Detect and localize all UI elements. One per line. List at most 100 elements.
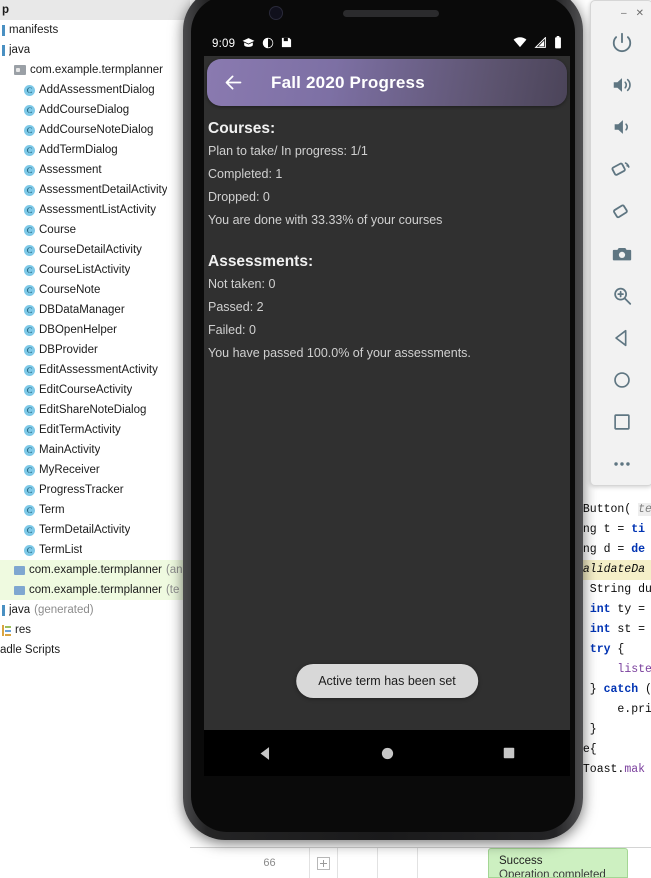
class-icon: C xyxy=(24,484,35,496)
page-title: Fall 2020 Progress xyxy=(271,72,425,92)
tree-row-label: AddCourseDialog xyxy=(39,104,130,116)
volume-down-icon[interactable] xyxy=(600,106,644,148)
back-icon[interactable] xyxy=(600,317,644,359)
nav-home-icon[interactable] xyxy=(370,736,404,770)
tree-row[interactable]: C AssessmentDetailActivity xyxy=(0,180,190,200)
tree-row-sublabel: (generated) xyxy=(34,604,94,616)
success-notification[interactable]: Success Operation completed xyxy=(488,848,628,878)
tree-row[interactable]: C EditTermActivity xyxy=(0,420,190,440)
tree-row[interactable]: com.example.termplanner xyxy=(0,60,190,80)
tree-row[interactable]: C EditAssessmentActivity xyxy=(0,360,190,380)
class-icon: C xyxy=(24,164,35,176)
courses-plan-line: Plan to take/ In progress: 1/1 xyxy=(208,144,368,158)
tree-row[interactable]: C DBProvider xyxy=(0,340,190,360)
tree-row[interactable]: C EditShareNoteDialog xyxy=(0,400,190,420)
tree-row-label: CourseDetailActivity xyxy=(39,244,142,256)
tree-row[interactable]: C Assessment xyxy=(0,160,190,180)
add-icon[interactable] xyxy=(310,848,338,878)
close-icon[interactable]: ✕ xyxy=(636,8,644,19)
module-icon xyxy=(2,44,5,56)
tree-row[interactable]: C AssessmentListActivity xyxy=(0,200,190,220)
phone-bezel: 9:09 Fall 2020 Progress Courses: Plan to… xyxy=(191,0,575,832)
tree-row[interactable]: C Term xyxy=(0,500,190,520)
tree-row[interactable]: adle Scripts xyxy=(0,640,190,660)
tree-row[interactable]: C TermDetailActivity xyxy=(0,520,190,540)
class-icon: C xyxy=(24,264,35,276)
tree-row[interactable]: res xyxy=(0,620,190,640)
status-bar-right-icons xyxy=(506,36,562,52)
tree-row[interactable]: C CourseListActivity xyxy=(0,260,190,280)
phone-device-frame: 9:09 Fall 2020 Progress Courses: Plan to… xyxy=(183,0,583,840)
camera-icon[interactable] xyxy=(600,233,644,275)
nav-back-icon[interactable] xyxy=(248,736,282,770)
zoom-icon[interactable] xyxy=(600,275,644,317)
power-icon[interactable] xyxy=(600,22,644,64)
tree-row[interactable]: C CourseDetailActivity xyxy=(0,240,190,260)
tree-row-label: com.example.termplanner xyxy=(29,584,162,596)
tree-row-label: AssessmentDetailActivity xyxy=(39,184,168,196)
tree-row-label: EditAssessmentActivity xyxy=(39,364,158,376)
save-icon xyxy=(281,37,292,51)
assessments-nottaken-line: Not taken: 0 xyxy=(208,277,276,291)
wifi-icon xyxy=(513,37,527,51)
class-icon: C xyxy=(24,464,35,476)
tree-row[interactable]: C DBOpenHelper xyxy=(0,320,190,340)
more-icon[interactable] xyxy=(600,443,644,485)
progress-content: Courses: Plan to take/ In progress: 1/1 … xyxy=(204,106,570,360)
tree-row[interactable]: com.example.termplanner (te xyxy=(0,580,190,600)
tree-row[interactable]: com.example.termplanner (an xyxy=(0,560,190,580)
assessments-percent-line: You have passed 100.0% of your assessmen… xyxy=(208,346,471,360)
tree-row[interactable]: C AddCourseNoteDialog xyxy=(0,120,190,140)
strip-spacer xyxy=(190,848,230,878)
signal-icon xyxy=(534,36,547,51)
class-icon: C xyxy=(24,284,35,296)
emulator-window-controls[interactable]: – ✕ xyxy=(591,5,651,22)
class-icon: C xyxy=(24,544,35,556)
tree-row-label: EditShareNoteDialog xyxy=(39,404,147,416)
class-icon: C xyxy=(24,364,35,376)
volume-up-icon[interactable] xyxy=(600,64,644,106)
overview-icon[interactable] xyxy=(600,401,644,443)
class-icon: C xyxy=(24,224,35,236)
tree-row-label: AddTermDialog xyxy=(39,144,118,156)
class-icon: C xyxy=(24,384,35,396)
caret-position[interactable]: 66 xyxy=(230,848,310,878)
rotate-left-icon[interactable] xyxy=(600,148,644,190)
tree-row[interactable]: C AddTermDialog xyxy=(0,140,190,160)
module-icon xyxy=(2,24,5,36)
android-navigation-bar[interactable] xyxy=(204,730,570,776)
emulator-screen[interactable]: 9:09 Fall 2020 Progress Courses: Plan to… xyxy=(204,32,570,776)
tree-row-label: com.example.termplanner xyxy=(30,64,163,76)
home-icon[interactable] xyxy=(600,359,644,401)
class-icon: C xyxy=(24,104,35,116)
tree-row[interactable]: java (generated) xyxy=(0,600,190,620)
emulator-side-toolbar[interactable]: – ✕ xyxy=(590,0,651,486)
tree-row[interactable]: C MainActivity xyxy=(0,440,190,460)
tree-row[interactable]: C AddAssessmentDialog xyxy=(0,80,190,100)
nav-recents-icon[interactable] xyxy=(492,736,526,770)
tree-row[interactable]: C MyReceiver xyxy=(0,460,190,480)
tree-row[interactable]: C CourseNote xyxy=(0,280,190,300)
toast-message: Active term has been set xyxy=(296,664,478,698)
tree-row[interactable]: C TermList xyxy=(0,540,190,560)
tree-row[interactable]: C DBDataManager xyxy=(0,300,190,320)
class-icon: C xyxy=(24,404,35,416)
tree-row[interactable]: manifests xyxy=(0,20,190,40)
assessments-failed-line: Failed: 0 xyxy=(208,323,256,337)
arrow-left-icon[interactable] xyxy=(221,71,245,95)
strip-cell-c xyxy=(418,848,466,878)
class-icon: C xyxy=(24,144,35,156)
tree-row[interactable]: C AddCourseDialog xyxy=(0,100,190,120)
tree-row-partial[interactable]: p xyxy=(0,0,190,20)
front-camera-icon xyxy=(269,6,283,20)
tree-row[interactable]: java xyxy=(0,40,190,60)
rotate-right-icon[interactable] xyxy=(600,191,644,233)
android-emulator-window[interactable]: 9:09 Fall 2020 Progress Courses: Plan to… xyxy=(183,0,651,846)
tree-items: manifests java com.example.termplanner C Add… xyxy=(0,20,190,660)
minimize-icon[interactable]: – xyxy=(621,8,627,19)
tree-row-sublabel: (an xyxy=(165,564,183,576)
project-tree-panel[interactable]: p manifests java com.example.termplanner C A… xyxy=(0,0,190,878)
tree-row[interactable]: C EditCourseActivity xyxy=(0,380,190,400)
tree-row[interactable]: C ProgressTracker xyxy=(0,480,190,500)
tree-row[interactable]: C Course xyxy=(0,220,190,240)
